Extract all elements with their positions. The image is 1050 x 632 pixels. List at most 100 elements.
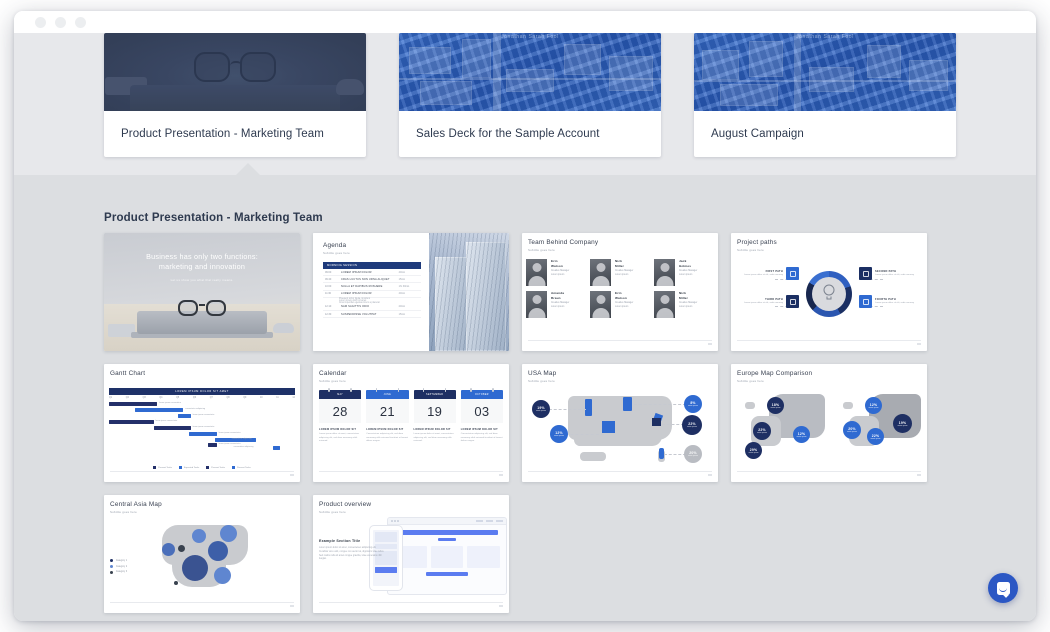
window-minimize-dot[interactable] [55, 16, 66, 28]
member-role: Creative Manager Lorem ipsum [615, 270, 634, 276]
axis-tick: 10 [260, 397, 263, 399]
slide-subtitle: Subtitle goes here [319, 510, 346, 514]
slide-headline-line2: marketing and innovation [158, 262, 246, 272]
slide-title: Central Asia Map [110, 501, 162, 508]
member-role: Creative Manager Lorem ipsum [551, 302, 570, 308]
slide-title: Europe Map Comparison [737, 370, 813, 377]
slide-title: Agenda [323, 242, 347, 249]
gantt-header-bar: LOREM IPSUM DOLOR SIT AMET [109, 388, 295, 395]
slide-thumbnail-calendar[interactable]: Calendar Subtitle goes here MAY 28 LOREM… [313, 364, 509, 482]
calendar-day: 21 [379, 403, 395, 419]
slide-subtitle: Let us show you what that really means. [170, 277, 234, 282]
agenda-name: LOREM IPSUM DOLOR [341, 292, 372, 296]
window-close-dot[interactable] [35, 16, 46, 28]
map-bubble: 8% lorem ipsum [684, 395, 702, 413]
avatar [590, 259, 611, 286]
window-maximize-dot[interactable] [75, 16, 86, 28]
calendar-card: MAY 28 LOREM IPSUM DOLOR SIT Lorem ipsum… [319, 388, 362, 444]
slide-thumbnail-team[interactable]: Team Behind Company Subtitle goes here E… [522, 233, 718, 351]
deck-thumbnail: Jonathan Sarah Fool [694, 33, 956, 111]
team-member: Amanda Braun Creative Manager Lorem ipsum [526, 291, 586, 318]
team-member: Nick Miller Creative Manager Lorem ipsum [590, 259, 650, 286]
slide-title: Calendar [319, 370, 347, 377]
slide-title: Project paths [737, 239, 777, 246]
slide-thumbnail-project-paths[interactable]: Project paths Subtitle goes here FIRST P… [731, 233, 927, 351]
axis-tick: 12 [292, 397, 295, 399]
legend-item: Present Tasks [153, 466, 172, 469]
slide-thumbnail-europe-map[interactable]: Europe Map Comparison Subtitle goes here… [731, 364, 927, 482]
slide-footer [528, 471, 712, 477]
slide-thumbnail-agenda[interactable]: Agenda Subtitle goes here MORNING SESSIO… [313, 233, 509, 351]
deck-card-sales-deck[interactable]: Jonathan Sarah Fool Sales Deck for the S… [399, 33, 661, 157]
agenda-name: NULLA ET DAPIBUS ROSUERE [341, 284, 383, 288]
path-label: FOURTH PATH [875, 297, 896, 301]
team-member: Erin Watson Creative Manager Lorem ipsum [526, 259, 586, 286]
agenda-time: 10:00 [325, 284, 332, 288]
map-bubble: 20% lorem ipsum [684, 445, 702, 463]
agenda-row: 12:10 NAM SAGITTIS ODIO 20min [323, 304, 421, 311]
slide-thumbnail-central-asia-map[interactable]: Central Asia Map Subtitle goes here Cate… [104, 495, 300, 613]
deck-card-product-presentation[interactable]: Product Presentation - Marketing Team [104, 33, 366, 157]
slide-footer [110, 602, 294, 608]
axis-tick: Q7 [209, 397, 213, 399]
chat-bubble-icon [996, 581, 1010, 595]
member-role: Creative Manager Lorem ipsum [679, 302, 698, 308]
agenda-header-bar: MORNING SESSION [323, 262, 421, 269]
agenda-name: CRAS LUCTUS NON URNA ALIQUET [341, 277, 390, 281]
slide-thumbnail-usa-map[interactable]: USA Map Subtitle goes here 19% lorem ips… [522, 364, 718, 482]
map-bubble: 22% lorem ipsum [867, 428, 884, 445]
path-item: FIRST PATH Lorem ipsum dolor sit elit, s… [737, 267, 799, 280]
member-name: Erin Watson [615, 291, 627, 300]
glasses-icon [190, 51, 280, 86]
mouse-shape [336, 79, 364, 95]
agenda-duration: 40min [398, 292, 406, 296]
slide-title: USA Map [528, 370, 557, 377]
slide-thumbnail-title[interactable]: Business has only two functions: marketi… [104, 233, 300, 351]
slide-footer [528, 340, 712, 346]
legend-item: Present Tasks [231, 466, 251, 469]
member-role: Creative Manager Lorem ipsum [679, 270, 698, 276]
calendar-day: 19 [427, 403, 443, 419]
axis-tick: Q6 [192, 397, 196, 399]
section-body: Lorem ipsum dolor sit amet, consectetuer… [319, 547, 385, 561]
calendar-card: OCTOBER 03 LOREM IPSUM DOLOR SIT Consect… [460, 388, 503, 444]
legend-item: Category 1 [110, 559, 127, 563]
agenda-time: 09:40 [325, 277, 332, 281]
calendar-card: SEPTEMBER 19 LOREM IPSUM DOLOR SIT Lorem… [413, 388, 456, 444]
deck-card-august-campaign[interactable]: Jonathan Sarah Fool August Campaign [694, 33, 956, 157]
member-name: Erin Watson [551, 259, 563, 268]
slide-footer [319, 471, 503, 477]
axis-tick: Q1 [109, 397, 113, 399]
slide-subtitle: Subtitle goes here [737, 379, 764, 383]
calendar-body: Lorem ipsum dolor sit amet, consectetuer… [319, 433, 360, 443]
team-member: Jack Holmes Creative Manager Lorem ipsum [654, 259, 714, 286]
window-titlebar [14, 11, 1036, 33]
path-body: Lorem ipsum dolor sit elit, sadis nonumy [875, 301, 915, 304]
legend-item: Present Tasks [206, 466, 225, 469]
chat-launcher-button[interactable] [988, 573, 1018, 603]
slide-footer [737, 340, 921, 346]
screenshot-root: Product Presentation - Marketing Team Jo… [0, 0, 1050, 632]
slide-subtitle: Subtitle goes here [110, 510, 137, 514]
slide-thumbnail-product-overview[interactable]: Product overview Subtitle goes here Exam… [313, 495, 509, 613]
monitor-icon [786, 267, 799, 280]
slide-thumbnail-gantt[interactable]: Gantt Chart LOREM IPSUM DOLOR SIT AMET Q… [104, 364, 300, 482]
axis-tick: Q4 [159, 397, 163, 399]
agenda-duration: 20min [398, 305, 406, 309]
path-item: SECOND PATH Lorem ipsum dolor sit elit, … [859, 267, 921, 280]
calendar-body: Consectetuer adipiscing elit, sed diam n… [460, 433, 503, 443]
member-name: Amanda Braun [551, 291, 565, 300]
slide-title: Product overview [319, 501, 372, 508]
agenda-duration: 15min [398, 312, 406, 316]
agenda-name: LOREM IPSUM DOLOR [341, 270, 372, 274]
page-viewport: Product Presentation - Marketing Team Jo… [14, 33, 1036, 621]
calendar-heading: LOREM IPSUM DOLOR SIT [319, 428, 357, 431]
axis-tick: Q2 [125, 397, 129, 399]
gantt-legend: Present Tasks Expected Tasks Present Tas… [104, 466, 300, 469]
calendar-month: OCTOBER [474, 393, 489, 396]
section-heading: Example Section Title [319, 539, 361, 543]
legend-item: Category 3 [110, 570, 127, 575]
target-icon [786, 295, 799, 308]
agenda-time: 11:30 [325, 292, 332, 296]
axis-tick: Q8 [226, 397, 230, 399]
